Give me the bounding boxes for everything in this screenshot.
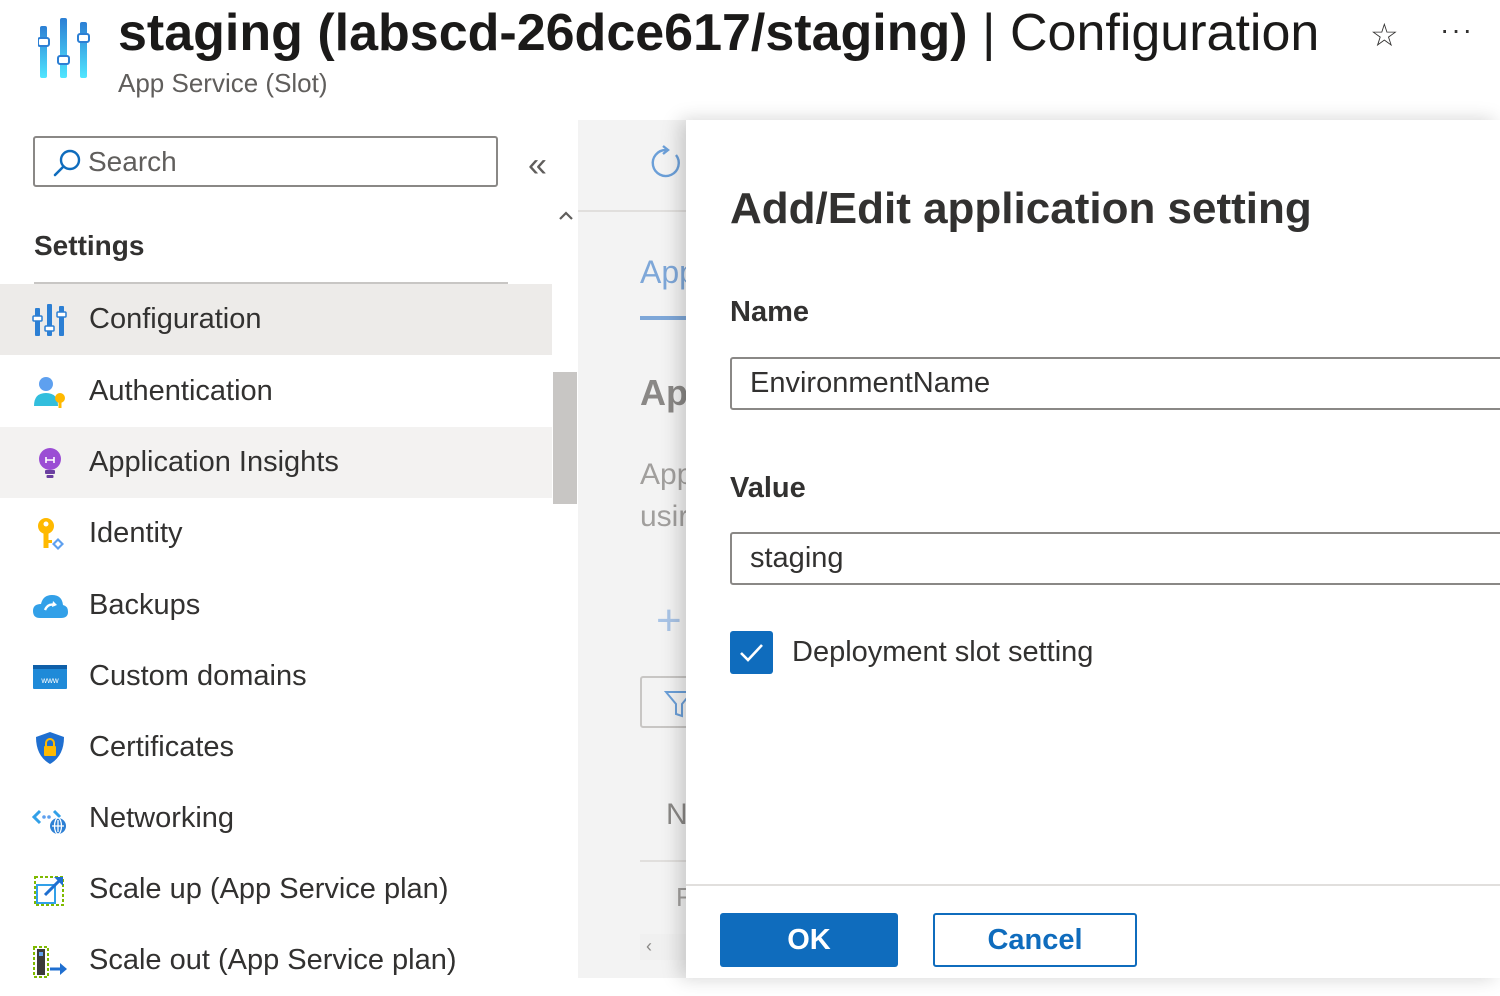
configuration-icon [32,303,67,336]
name-field[interactable] [730,357,1500,410]
table-divider [640,860,686,862]
add-icon[interactable]: + [656,596,682,646]
sidebar-item-scale-out[interactable]: Scale out (App Service plan) [0,925,552,996]
name-label: Name [730,296,809,328]
sidebar-item-label: Backups [89,589,201,621]
sidebar-item-label: Configuration [89,303,262,335]
star-icon[interactable]: ☆ [1370,16,1399,54]
more-icon[interactable]: ··· [1440,14,1474,46]
www-icon: www [33,664,67,689]
refresh-icon[interactable] [648,145,684,181]
value-label: Value [730,472,806,504]
lightbulb-icon [39,447,61,478]
scrollbar-thumb[interactable] [553,372,577,504]
search-input[interactable] [88,140,488,184]
section-description: usir [640,500,689,533]
sidebar-item-custom-domains[interactable]: www Custom domains [0,641,552,712]
sidebar-item-scale-up[interactable]: Scale up (App Service plan) [0,854,552,925]
sidebar-item-application-insights[interactable]: Application Insights [0,427,552,498]
section-heading: Ap [640,372,688,413]
scroll-up-icon[interactable] [556,206,576,226]
scroll-left-icon[interactable]: ‹ [646,936,652,957]
blade-name: Configuration [1009,4,1320,62]
settings-section-heading: Settings [34,230,145,261]
column-header: N [666,798,688,831]
value-field[interactable] [730,532,1500,585]
sidebar-scrollbar[interactable] [552,207,578,978]
sidebar-item-networking[interactable]: Networking [0,783,552,854]
title-separator: | [967,4,1010,62]
sidebar-item-backups[interactable]: Backups [0,570,552,641]
cloud-backup-icon [33,594,68,618]
sidebar-item-identity[interactable]: Identity [0,498,552,569]
scale-out-icon [33,945,67,978]
configuration-icon [38,18,90,78]
sidebar-item-label: Identity [89,517,183,549]
sidebar-item-label: Authentication [89,375,273,407]
dialog-title: Add/Edit application setting [730,184,1312,233]
checkmark-icon [740,644,763,662]
key-icon [38,517,64,550]
page-title: staging (labscd-26dce617/staging) | Conf… [118,0,1319,66]
sidebar-item-authentication[interactable]: Authentication [0,356,552,427]
scale-up-icon [34,875,64,906]
svg-text:www: www [40,676,59,685]
sidebar-item-configuration[interactable]: Configuration [0,284,552,355]
ok-button[interactable]: OK [720,913,898,967]
network-icon [32,809,66,835]
sidebar-item-certificates[interactable]: Certificates [0,712,552,783]
deployment-slot-setting-label[interactable]: Deployment slot setting [792,636,1093,669]
page-subtitle: App Service (Slot) [118,68,328,98]
sidebar-item-label: Application Insights [89,446,339,478]
cancel-button[interactable]: Cancel [933,913,1137,967]
sidebar-item-label: Custom domains [89,660,307,692]
footer-divider [686,884,1500,886]
collapse-sidebar-icon[interactable]: « [528,146,547,185]
search-icon [53,149,81,177]
resource-name: staging (labscd-26dce617/staging) [118,4,968,62]
deployment-slot-setting-checkbox[interactable] [730,631,773,674]
shield-lock-icon [36,731,64,764]
authentication-icon [34,376,65,408]
sidebar-item-label: Certificates [89,731,235,763]
sidebar-item-label: Scale out (App Service plan) [89,944,457,976]
tab-underline [640,316,686,320]
configuration-blade-background [578,120,686,978]
sidebar-item-label: Scale up (App Service plan) [89,873,449,905]
sidebar-item-label: Networking [89,802,235,834]
